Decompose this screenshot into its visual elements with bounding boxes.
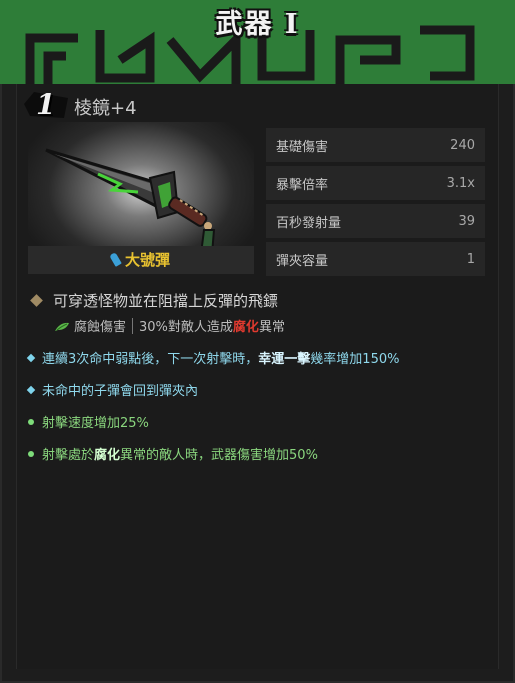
ammo-type: 大號彈 <box>28 246 254 274</box>
stat-value: 39 <box>458 213 475 229</box>
stat-label: 百秒發射量 <box>276 215 342 231</box>
circle-bullet-icon <box>28 450 34 457</box>
stat-value: 240 <box>450 137 475 153</box>
trait-line: 未命中的子彈會回到彈夾內 <box>26 380 199 399</box>
stat-row-crit-multiplier: 暴擊倍率 3.1x <box>266 166 485 200</box>
corrosion-leaf-icon <box>55 322 69 331</box>
divider <box>132 317 134 334</box>
trait-text: 射擊速度增加25% <box>42 416 149 431</box>
header-banner: 武器 I <box>0 0 515 84</box>
weapon-description: 可穿透怪物並在阻擋上反彈的飛鏢 <box>28 290 278 311</box>
stat-value: 1 <box>466 251 475 267</box>
trait-line: 連續3次命中弱點後，下一次射擊時， 幸運一擊 幾率增加150% <box>26 348 400 367</box>
corrosion-highlight: 腐化 <box>232 320 259 335</box>
trait-text: 未命中的子彈會回到彈夾內 <box>42 384 199 399</box>
trait-text-end: 幾率增加150% <box>310 352 400 367</box>
bullet-icon <box>109 252 122 267</box>
stat-value: 3.1x <box>446 175 475 191</box>
trait-highlight: 幸運一擊 <box>258 352 311 367</box>
corrosion-label: 腐蝕傷害 <box>74 320 127 335</box>
description-text: 可穿透怪物並在阻擋上反彈的飛鏢 <box>53 292 279 310</box>
page-title: 武器 I <box>215 9 300 40</box>
stat-label: 暴擊倍率 <box>276 177 329 193</box>
corrosion-effect: 腐蝕傷害 30%對敵人造成 腐化 異常 <box>54 316 285 335</box>
diamond-bullet-icon <box>26 385 36 394</box>
trait-highlight: 腐化 <box>94 448 121 463</box>
stat-label: 基礎傷害 <box>276 139 329 155</box>
weapon-name: 棱鏡+4 <box>74 98 137 119</box>
corrosion-prefix: 30%對敵人造成 <box>139 320 233 335</box>
trait-text: 射擊處於 <box>42 448 95 463</box>
stat-row-fire-rate: 百秒發射量 39 <box>266 204 485 238</box>
trait-line: 射擊速度增加25% <box>28 412 149 431</box>
stats-table: 基礎傷害 240 暴擊倍率 3.1x 百秒發射量 39 彈夾容量 1 <box>266 128 485 280</box>
stat-row-base-damage: 基礎傷害 240 <box>266 128 485 162</box>
diamond-bullet-icon <box>30 294 43 307</box>
stat-label: 彈夾容量 <box>276 253 329 269</box>
circle-bullet-icon <box>28 418 34 425</box>
trait-text: 連續3次命中弱點後，下一次射擊時， <box>42 352 259 367</box>
trait-text-end: 異常的敵人時，武器傷害增加50% <box>120 448 318 463</box>
corrosion-suffix: 異常 <box>258 320 285 335</box>
trait-line: 射擊處於 腐化 異常的敵人時，武器傷害增加50% <box>28 444 318 463</box>
ammo-type-label: 大號彈 <box>124 251 170 269</box>
diamond-bullet-icon <box>26 353 36 362</box>
stat-row-magazine: 彈夾容量 1 <box>266 242 485 276</box>
weapon-level: 1 <box>36 88 56 121</box>
